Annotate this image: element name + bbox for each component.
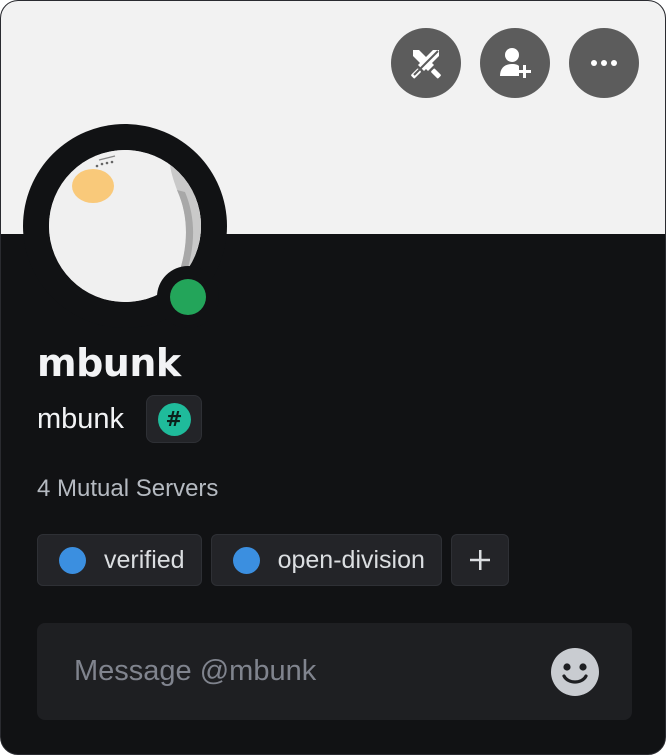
role-label: verified xyxy=(104,545,185,574)
roles-list: verified open-division xyxy=(37,534,509,586)
profile-badge[interactable]: # xyxy=(146,395,203,443)
message-box xyxy=(37,623,632,720)
display-name: mbunk xyxy=(37,341,181,385)
status-indicator xyxy=(157,266,219,328)
add-friend-button[interactable] xyxy=(480,28,550,98)
more-options-icon xyxy=(591,60,617,66)
role-pill-verified[interactable]: verified xyxy=(37,534,202,586)
user-profile-popout: mbunk mbunk # 4 Mutual Servers verified … xyxy=(0,0,666,755)
online-status-dot xyxy=(170,279,206,315)
plus-icon xyxy=(469,550,490,570)
more-options-button[interactable] xyxy=(569,28,639,98)
username[interactable]: mbunk xyxy=(37,403,124,436)
profile-actions xyxy=(391,28,639,98)
username-row: mbunk # xyxy=(37,395,203,443)
mutual-servers-link[interactable]: 4 Mutual Servers xyxy=(37,475,218,503)
role-label: open-division xyxy=(277,545,425,574)
swords-icon xyxy=(411,50,441,79)
hashtag-badge-icon: # xyxy=(157,402,191,436)
add-friend-icon xyxy=(500,48,531,78)
avatar-wrapper[interactable] xyxy=(23,124,227,328)
role-color-dot xyxy=(232,546,260,574)
role-color-dot xyxy=(59,546,86,574)
swords-button[interactable] xyxy=(391,28,461,98)
role-pill-open-division[interactable]: open-division xyxy=(210,534,442,586)
add-role-button[interactable] xyxy=(450,534,509,586)
smiley-emoji-icon[interactable] xyxy=(550,647,600,697)
message-input[interactable] xyxy=(72,654,550,689)
